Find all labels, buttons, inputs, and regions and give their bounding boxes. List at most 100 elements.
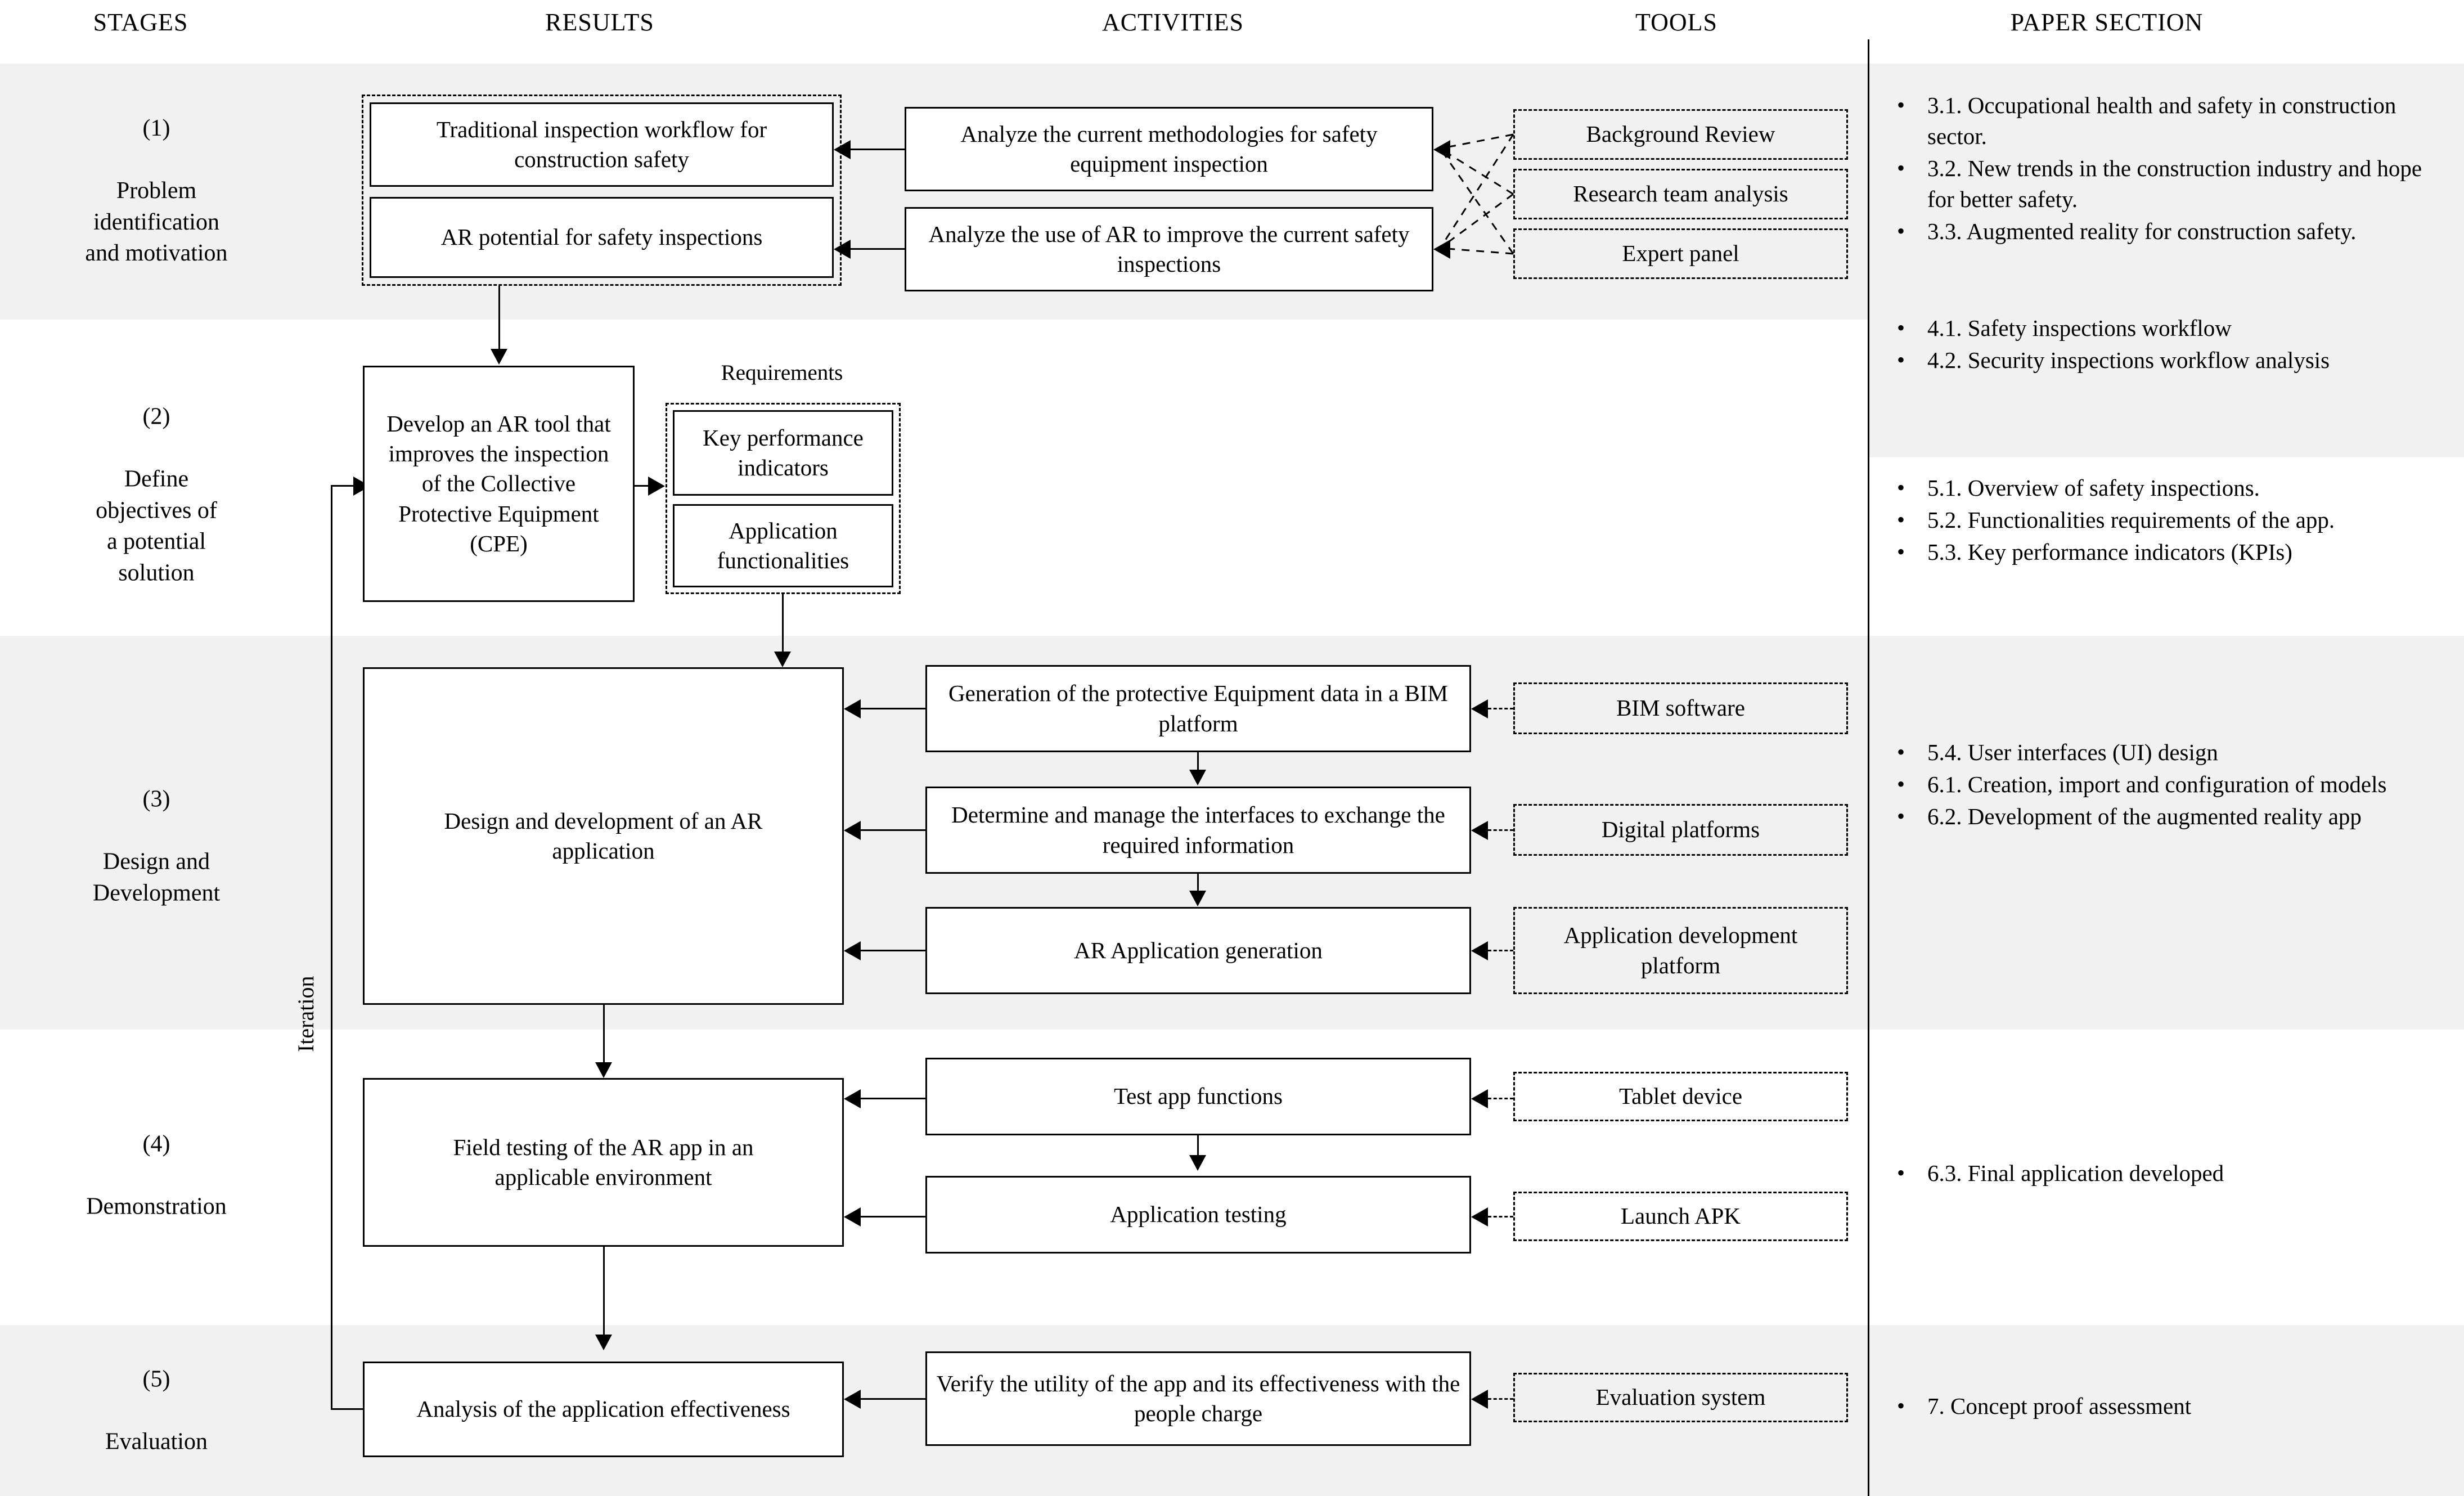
paper-bullet-item: • 5.4. User interfaces (UI) design: [1885, 737, 2430, 768]
tool-box-launch-apk[interactable]: Launch APK: [1513, 1192, 1848, 1241]
paper-section-group-1: • 3.1. Occupational health and safety in…: [1885, 90, 2430, 248]
iteration-bottom-leg: [331, 1408, 365, 1410]
paper-section-group-6: • 7. Concept proof assessment: [1885, 1391, 2430, 1423]
result-box-analysis-effectiveness[interactable]: Analysis of the application effectivenes…: [363, 1362, 844, 1457]
tool-box-expert-panel[interactable]: Expert panel: [1513, 228, 1848, 279]
arrow-a3c-to-r3-head: [844, 941, 861, 960]
paper-bullet-item: • 4.2. Security inspections workflow ana…: [1885, 345, 2430, 376]
bullet-icon: •: [1897, 92, 1905, 118]
arrow-t3b-to-a3b-line: [1488, 829, 1513, 831]
arrow-a3a-to-a3b-line: [1197, 752, 1199, 772]
activity-box-generate-bim-data[interactable]: Generation of the protective Equipment d…: [925, 665, 1471, 752]
stage-label-3: (3) Design and Development: [93, 753, 220, 941]
stage-number-5: (5): [142, 1366, 170, 1392]
paper-bullet-text: 3.1. Occupational health and safety in c…: [1927, 92, 2396, 149]
header-stages: STAGES: [93, 8, 188, 36]
arrow-a4a-to-r4-line: [861, 1098, 925, 1099]
bullet-icon: •: [1897, 155, 1905, 181]
paper-section-group-2: • 4.1. Safety inspections workflow • 4.2…: [1885, 313, 2430, 377]
paper-bullet-text: 5.2. Functionalities requirements of the…: [1927, 506, 2335, 533]
activity-box-application-testing[interactable]: Application testing: [925, 1176, 1471, 1254]
requirement-box-kpi[interactable]: Key performance indicators: [673, 410, 893, 496]
arrow-t4a-to-a4a-head: [1471, 1089, 1488, 1108]
activity-box-analyze-methodologies[interactable]: Analyze the current methodologies for sa…: [905, 107, 1433, 191]
arrow-t4b-to-a4b-line: [1488, 1216, 1513, 1218]
arrow-tools-to-a1a-head: [1433, 140, 1450, 159]
diagram-canvas: STAGES RESULTS ACTIVITIES TOOLS PAPER SE…: [0, 0, 2464, 1496]
arrow-a3b-to-r3-line: [861, 829, 925, 831]
arrow-a4b-to-r4-head: [844, 1207, 861, 1227]
paper-bullet-text: 5.1. Overview of safety inspections.: [1927, 475, 2260, 501]
bullet-icon: •: [1897, 218, 1905, 244]
result-box-design-development[interactable]: Design and development of an AR applicat…: [363, 667, 844, 1005]
tool-box-evaluation-system[interactable]: Evaluation system: [1513, 1373, 1848, 1422]
header-results: RESULTS: [545, 8, 654, 36]
bullet-icon: •: [1897, 506, 1905, 532]
arrow-t3a-to-a3a-head: [1471, 699, 1488, 718]
paper-bullet-item: • 6.2. Development of the augmented real…: [1885, 801, 2430, 832]
arrow-requirements-to-r3-line: [782, 594, 784, 653]
paper-bullet-text: 3.3. Augmented reality for construction …: [1927, 218, 2357, 244]
arrow-r4-to-r5-line: [603, 1247, 605, 1337]
paper-bullet-text: 4.2. Security inspections workflow analy…: [1927, 347, 2330, 373]
tool-box-application-development-platform[interactable]: Application development platform: [1513, 907, 1848, 994]
tool-box-tablet-device[interactable]: Tablet device: [1513, 1072, 1848, 1121]
bullet-icon: •: [1897, 739, 1905, 765]
arrow-a3a-to-r3-head: [844, 699, 861, 718]
activity-box-determine-interfaces[interactable]: Determine and manage the interfaces to e…: [925, 787, 1471, 874]
bullet-icon: •: [1897, 803, 1905, 829]
arrow-a1a-to-r1a-line: [851, 149, 905, 150]
arrow-a3b-to-r3-head: [844, 821, 861, 840]
paper-bullet-item: • 4.1. Safety inspections workflow: [1885, 313, 2430, 344]
stage-name-1: Problem identification and motivation: [85, 178, 228, 267]
result-box-traditional-workflow[interactable]: Traditional inspection workflow for cons…: [370, 102, 834, 187]
tool-box-digital-platforms[interactable]: Digital platforms: [1513, 804, 1848, 856]
arrow-requirements-to-r3-head: [774, 652, 791, 667]
header-paper-section: PAPER SECTION: [2010, 8, 2204, 36]
result-box-develop-ar-tool[interactable]: Develop an AR tool that improves the ins…: [363, 366, 635, 602]
tool-box-bim-software[interactable]: BIM software: [1513, 682, 1848, 734]
arrow-t4b-to-a4b-head: [1471, 1207, 1488, 1227]
stage-name-4: Demonstration: [86, 1193, 227, 1220]
result-box-ar-potential[interactable]: AR potential for safety inspections: [370, 197, 834, 278]
stage-name-5: Evaluation: [105, 1428, 208, 1455]
requirement-box-app-functionalities[interactable]: Application functionalities: [673, 504, 893, 587]
paper-bullet-text: 7. Concept proof assessment: [1927, 1393, 2192, 1419]
arrow-t3c-to-a3c-line: [1488, 950, 1513, 951]
arrow-a3a-to-a3b-head: [1189, 770, 1206, 785]
paper-section-group-3: • 5.1. Overview of safety inspections. •…: [1885, 473, 2430, 569]
arrow-t5-to-a5-line: [1488, 1398, 1513, 1400]
arrow-t4a-to-a4a-line: [1488, 1098, 1513, 1099]
activity-box-test-app-functions[interactable]: Test app functions: [925, 1058, 1471, 1135]
tool-box-research-team-analysis[interactable]: Research team analysis: [1513, 169, 1848, 219]
tool-box-background-review[interactable]: Background Review: [1513, 109, 1848, 160]
stage-label-5: (5) Evaluation: [105, 1333, 208, 1489]
activity-box-verify-utility[interactable]: Verify the utility of the app and its ef…: [925, 1351, 1471, 1446]
bullet-icon: •: [1897, 347, 1905, 372]
paper-bullet-item: • 6.3. Final application developed: [1885, 1158, 2430, 1189]
activity-box-ar-application-generation[interactable]: AR Application generation: [925, 907, 1471, 994]
paper-bullet-text: 5.3. Key performance indicators (KPIs): [1927, 538, 2292, 565]
stage-name-2: Define objectives of a potential solutio…: [96, 466, 217, 586]
arrow-r2-to-requirements-line: [635, 485, 649, 487]
activity-box-analyze-ar-use[interactable]: Analyze the use of AR to improve the cur…: [905, 207, 1433, 291]
header-tools: TOOLS: [1635, 8, 1717, 36]
arrow-t5-to-a5-head: [1471, 1390, 1488, 1409]
paper-bullet-item: • 3.3. Augmented reality for constructio…: [1885, 216, 2430, 247]
paper-bullet-item: • 5.1. Overview of safety inspections.: [1885, 473, 2430, 504]
arrow-r3-to-r4-head: [595, 1062, 612, 1078]
stage-number-2: (2): [142, 403, 170, 430]
arrow-r2-to-requirements-head: [648, 477, 665, 496]
arrow-r4-to-r5-head: [595, 1335, 612, 1350]
stage-label-1: (1) Problem identification and motivatio…: [85, 82, 227, 300]
result-box-field-testing[interactable]: Field testing of the AR app in an applic…: [363, 1078, 844, 1247]
arrow-a5-to-r5-head: [844, 1390, 861, 1409]
iteration-top-leg: [331, 485, 354, 487]
arrow-a4a-to-a4b-head: [1189, 1155, 1206, 1171]
header-activities: ACTIVITIES: [1102, 8, 1244, 36]
paper-section-group-5: • 6.3. Final application developed: [1885, 1158, 2430, 1190]
arrow-a3b-to-a3c-line: [1197, 874, 1199, 892]
paper-bullet-item: • 5.2. Functionalities requirements of t…: [1885, 505, 2430, 536]
arrow-a3b-to-a3c-head: [1189, 891, 1206, 906]
paper-bullet-text: 6.3. Final application developed: [1927, 1160, 2224, 1186]
